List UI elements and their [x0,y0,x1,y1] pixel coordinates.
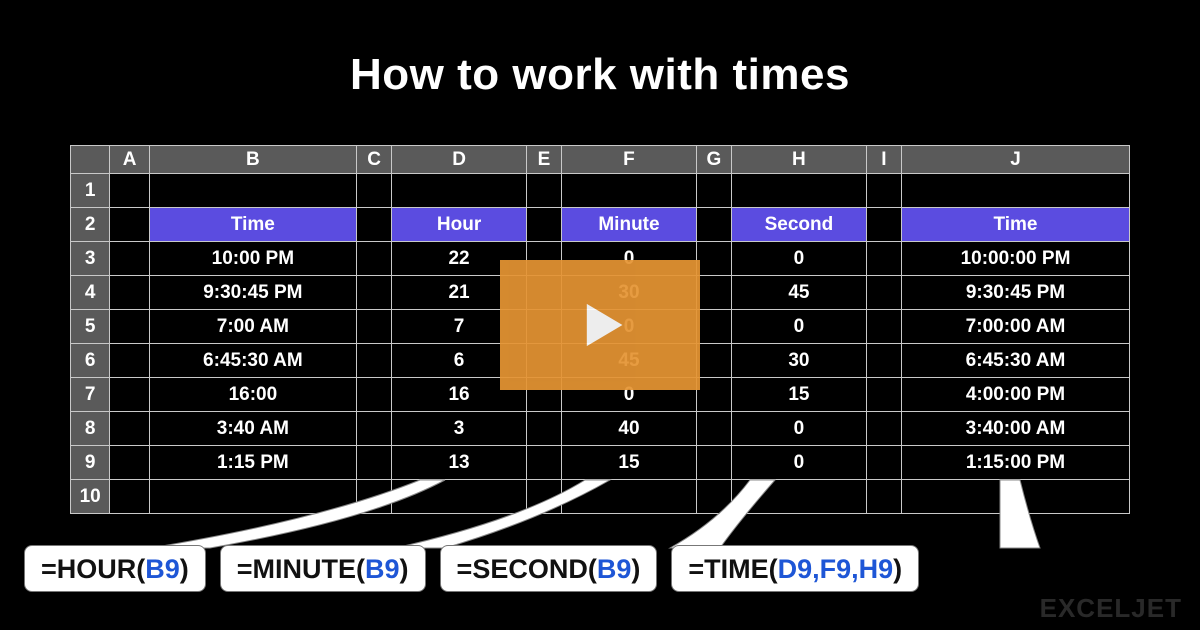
rowhdr-9: 9 [71,446,110,480]
formula-time-pre: =TIME( [688,554,777,584]
rowhdr-2: 2 [71,208,110,242]
header-time-out: Time [901,208,1129,242]
formula-minute-pre: =MINUTE( [237,554,365,584]
formula-callouts: =HOUR(B9) =MINUTE(B9) =SECOND(B9) =TIME(… [0,545,1200,592]
watermark: EXCELJET [1040,593,1182,624]
cell-H6: 30 [732,344,867,378]
formula-minute-ref: B9 [365,554,400,584]
formula-minute: =MINUTE(B9) [220,545,426,592]
formula-hour-post: ) [180,554,189,584]
header-minute: Minute [562,208,697,242]
col-I: I [866,146,901,174]
play-button[interactable] [500,260,700,390]
cell-B7: 16:00 [149,378,356,412]
row-2: 2 Time Hour Minute Second Time [71,208,1130,242]
col-G: G [696,146,731,174]
cell-B6: 6:45:30 AM [149,344,356,378]
header-hour: Hour [392,208,527,242]
formula-second: =SECOND(B9) [440,545,658,592]
cell-H8: 0 [732,412,867,446]
cell-J7: 4:00:00 PM [901,378,1129,412]
cell-H9: 0 [732,446,867,480]
cell-J5: 7:00:00 AM [901,310,1129,344]
cell-D9: 13 [392,446,527,480]
col-C: C [356,146,391,174]
col-J: J [901,146,1129,174]
cell-D8: 3 [392,412,527,446]
column-header-row: A B C D E F G H I J [71,146,1130,174]
rowhdr-8: 8 [71,412,110,446]
rowhdr-10: 10 [71,480,110,514]
cell-B5: 7:00 AM [149,310,356,344]
rowhdr-1: 1 [71,174,110,208]
formula-time-post: ) [893,554,902,584]
row-10: 10 [71,480,1130,514]
cell-J8: 3:40:00 AM [901,412,1129,446]
row-9: 9 1:15 PM 13 15 0 1:15:00 PM [71,446,1130,480]
row-8: 8 3:40 AM 3 40 0 3:40:00 AM [71,412,1130,446]
rowhdr-4: 4 [71,276,110,310]
formula-time-ref: D9,F9,H9 [778,554,894,584]
cell-F8: 40 [562,412,697,446]
cell-B3: 10:00 PM [149,242,356,276]
header-time-in: Time [149,208,356,242]
cell-H5: 0 [732,310,867,344]
cell-J9: 1:15:00 PM [901,446,1129,480]
cell-B9: 1:15 PM [149,446,356,480]
cell-H4: 45 [732,276,867,310]
col-E: E [526,146,561,174]
cell-J6: 6:45:30 AM [901,344,1129,378]
col-H: H [732,146,867,174]
cell-B8: 3:40 AM [149,412,356,446]
col-D: D [392,146,527,174]
cell-F9: 15 [562,446,697,480]
formula-time: =TIME(D9,F9,H9) [671,545,919,592]
cell-J3: 10:00:00 PM [901,242,1129,276]
formula-hour: =HOUR(B9) [24,545,206,592]
row-1: 1 [71,174,1130,208]
corner-cell [71,146,110,174]
rowhdr-3: 3 [71,242,110,276]
header-second: Second [732,208,867,242]
col-F: F [562,146,697,174]
rowhdr-5: 5 [71,310,110,344]
formula-second-ref: B9 [597,554,632,584]
play-icon [567,292,633,358]
cell-H3: 0 [732,242,867,276]
cell-B4: 9:30:45 PM [149,276,356,310]
formula-minute-post: ) [400,554,409,584]
col-B: B [149,146,356,174]
cell-J4: 9:30:45 PM [901,276,1129,310]
formula-second-pre: =SECOND( [457,554,597,584]
cell-H7: 15 [732,378,867,412]
rowhdr-6: 6 [71,344,110,378]
formula-hour-ref: B9 [145,554,180,584]
rowhdr-7: 7 [71,378,110,412]
page-title: How to work with times [0,0,1200,100]
formula-second-post: ) [631,554,640,584]
col-A: A [110,146,149,174]
formula-hour-pre: =HOUR( [41,554,145,584]
